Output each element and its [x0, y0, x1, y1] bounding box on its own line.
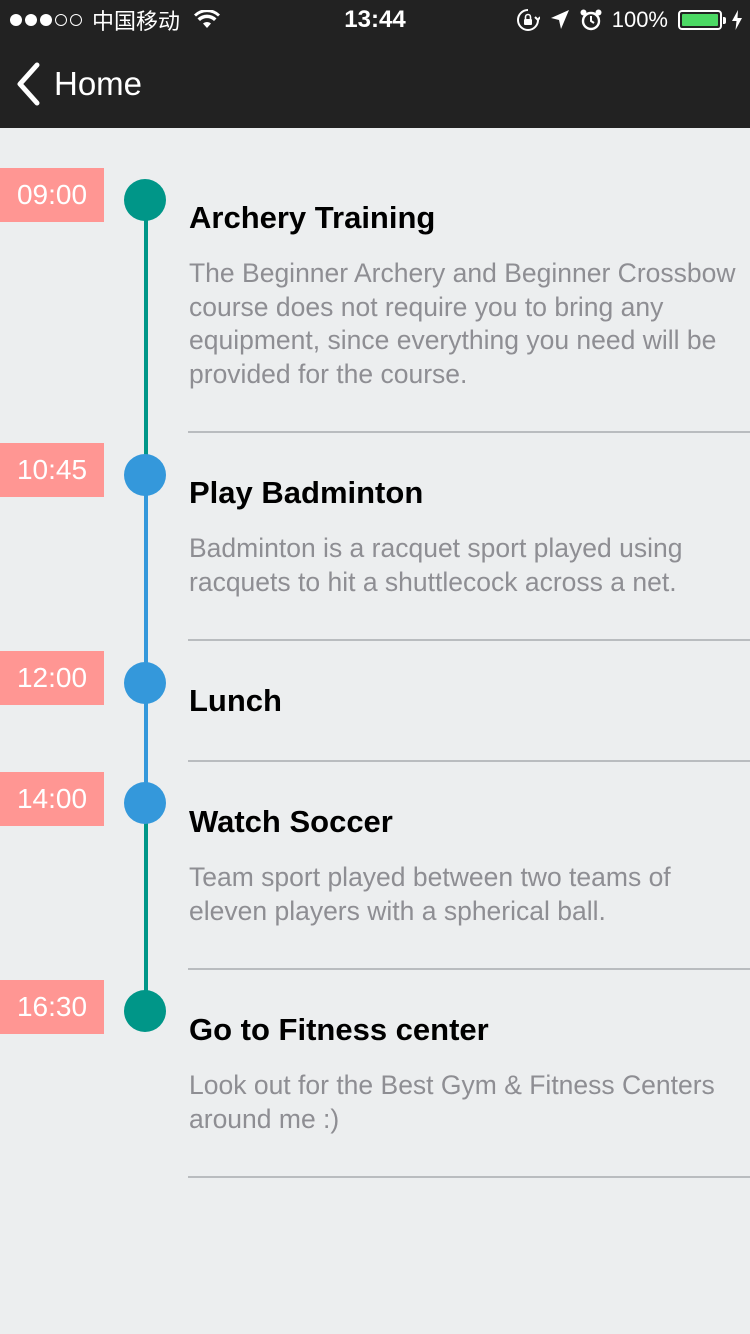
- chevron-left-icon: [17, 62, 40, 106]
- event-title: Go to Fitness center: [189, 1012, 489, 1047]
- back-button[interactable]: Home: [14, 60, 142, 108]
- event-description: Look out for the Best Gym & Fitness Cent…: [189, 1070, 715, 1134]
- timeline-dot: [124, 454, 166, 496]
- timeline-dot: [124, 179, 166, 221]
- alarm-icon: [580, 9, 602, 31]
- event-description: Team sport played between two teams of e…: [189, 862, 671, 926]
- location-icon: [550, 10, 569, 29]
- timeline-dot: [124, 662, 166, 704]
- orientation-lock-icon: [516, 9, 540, 31]
- timeline-line-segment: [144, 200, 148, 475]
- timeline-line-segment: [144, 803, 148, 1011]
- event-description: The Beginner Archery and Beginner Crossb…: [189, 258, 736, 389]
- divider: [188, 760, 750, 762]
- timeline-line-segment: [144, 475, 148, 683]
- event-title: Lunch: [189, 683, 282, 718]
- battery-percent: 100%: [611, 7, 668, 32]
- status-right: 100%: [516, 6, 742, 34]
- timeline-dot: [124, 990, 166, 1032]
- divider: [188, 1176, 750, 1178]
- divider: [188, 639, 750, 641]
- event-title: Archery Training: [189, 200, 436, 235]
- event-title: Play Badminton: [189, 475, 424, 510]
- time-badge: 16:30: [0, 980, 104, 1034]
- divider: [188, 968, 750, 970]
- time-badge: 14:00: [0, 772, 104, 826]
- charging-icon: [732, 10, 742, 30]
- back-label: Home: [54, 65, 143, 102]
- divider: [188, 431, 750, 433]
- timeline-dot: [124, 782, 166, 824]
- event-title: Watch Soccer: [189, 804, 393, 839]
- nav-bar: Home: [0, 40, 750, 128]
- event-description: Badminton is a racquet sport played usin…: [189, 533, 683, 597]
- time-badge: 09:00: [0, 168, 104, 222]
- status-bar: 中国移动 13:44 100%: [0, 0, 750, 40]
- time-badge: 10:45: [0, 443, 104, 497]
- time-badge: 12:00: [0, 651, 104, 705]
- battery-icon: [678, 10, 726, 30]
